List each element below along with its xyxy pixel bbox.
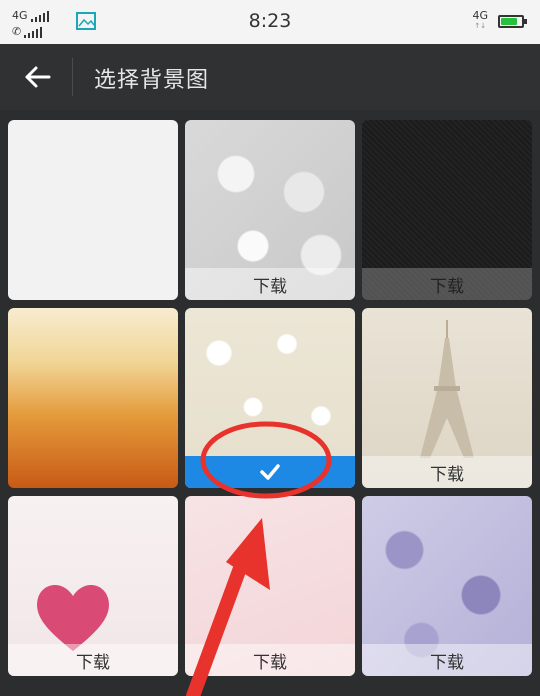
download-bar[interactable]: 下载 [362, 644, 532, 676]
checkmark-icon [260, 464, 280, 480]
background-tile-purple-raindrops[interactable]: 下载 [362, 496, 532, 676]
appbar-divider [72, 58, 73, 96]
selected-bar [185, 456, 355, 488]
download-bar[interactable]: 下载 [185, 268, 355, 300]
download-bar[interactable]: 下载 [362, 268, 532, 300]
download-label: 下载 [76, 652, 110, 673]
download-label: 下载 [253, 652, 287, 673]
status-right: 4G ↑↓ [472, 10, 527, 32]
download-bar[interactable]: 下载 [185, 644, 355, 676]
background-tile-white[interactable] [8, 120, 178, 300]
clock: 8:23 [248, 10, 292, 32]
download-label: 下载 [253, 276, 287, 297]
app-bar: 选择背景图 [0, 44, 540, 110]
network-indicator: 4G ↑↓ [472, 10, 488, 32]
back-arrow-icon[interactable] [22, 61, 54, 93]
background-tile-eiffel-tower[interactable]: 下载 [362, 308, 532, 488]
page-title: 选择背景图 [94, 68, 210, 93]
background-tile-dark-carbon[interactable]: 下载 [362, 120, 532, 300]
background-tile-pink-heart[interactable]: 下载 [8, 496, 178, 676]
download-bar[interactable]: 下载 [362, 456, 532, 488]
background-tile-golden-glitter[interactable] [8, 308, 178, 488]
data-arrows-icon: ↑↓ [474, 22, 487, 30]
download-label: 下载 [430, 276, 464, 297]
background-tile-pink-paper[interactable]: 下载 [185, 496, 355, 676]
download-label: 下载 [430, 652, 464, 673]
background-grid: 下载 下载 下载 下载 下载 下载 [0, 110, 540, 696]
battery-icon [498, 14, 527, 28]
background-tile-silver-bokeh[interactable]: 下载 [185, 120, 355, 300]
status-bar: 4G ✆ 8:23 4G ↑↓ [0, 0, 540, 44]
background-tile-cream-confetti[interactable] [185, 308, 355, 488]
eiffel-tower-image [420, 320, 474, 458]
download-bar[interactable]: 下载 [8, 644, 178, 676]
download-label: 下载 [430, 464, 464, 485]
